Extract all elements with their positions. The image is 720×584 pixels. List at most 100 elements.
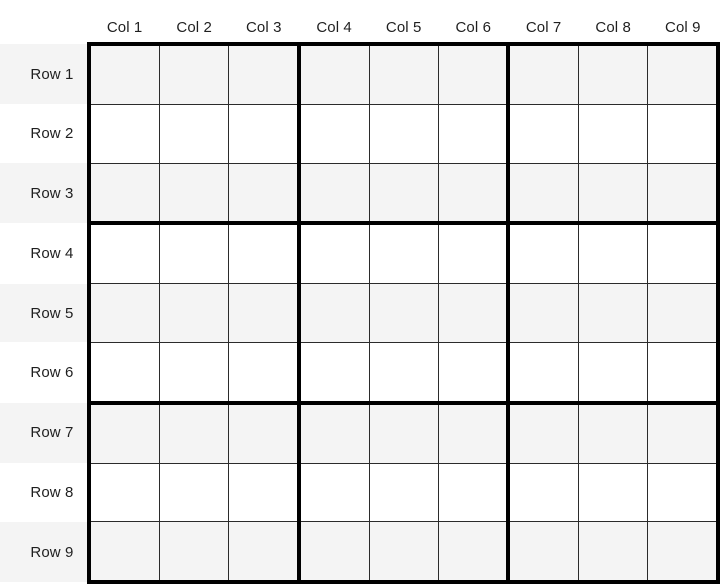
- cell-r3c5[interactable]: [368, 162, 439, 224]
- cell-r7c1[interactable]: [87, 400, 160, 464]
- cell-r7c3[interactable]: [228, 400, 299, 464]
- cell-r8c8[interactable]: [578, 462, 648, 522]
- cell-r3c1[interactable]: [87, 162, 160, 224]
- cell-r4c1[interactable]: [87, 221, 160, 284]
- cell-r2c4[interactable]: [296, 103, 370, 164]
- cell-r7c5[interactable]: [368, 400, 439, 464]
- cell-r1c6[interactable]: [437, 41, 509, 105]
- column-header-col-4: Col 4: [298, 6, 370, 44]
- cell-r7c2[interactable]: [159, 400, 229, 464]
- cell-r9c7[interactable]: [506, 521, 579, 584]
- sudoku-table: Col 1 Col 2 Col 3 Col 4 Col 5 Col 6 Col …: [0, 6, 720, 584]
- cell-r5c3[interactable]: [228, 283, 299, 343]
- cell-r5c1[interactable]: [87, 283, 160, 343]
- cell-r8c5[interactable]: [368, 462, 439, 522]
- cell-r3c7[interactable]: [506, 162, 579, 224]
- cell-r5c7[interactable]: [506, 283, 579, 343]
- cell-r1c2[interactable]: [159, 41, 229, 105]
- cell-r4c4[interactable]: [296, 221, 370, 284]
- cell-r7c6[interactable]: [437, 400, 509, 464]
- cell-r9c3[interactable]: [228, 521, 299, 584]
- row-header-row-6: Row 6: [0, 342, 90, 403]
- cell-r7c4[interactable]: [296, 400, 370, 464]
- cell-r8c7[interactable]: [506, 462, 579, 522]
- cell-r9c6[interactable]: [437, 521, 509, 584]
- table-row: Row 7: [0, 400, 720, 464]
- cell-r3c2[interactable]: [159, 162, 229, 224]
- cell-r2c3[interactable]: [228, 103, 299, 164]
- cell-r9c1[interactable]: [87, 521, 160, 584]
- cell-r4c3[interactable]: [228, 221, 299, 284]
- row-header-row-9: Row 9: [0, 521, 90, 583]
- cell-r9c5[interactable]: [368, 521, 439, 584]
- column-header-col-3: Col 3: [228, 6, 299, 44]
- cell-r5c5[interactable]: [368, 283, 439, 343]
- cell-r6c7[interactable]: [506, 341, 579, 403]
- row-header-row-7: Row 7: [0, 402, 90, 464]
- cell-r1c5[interactable]: [368, 41, 439, 105]
- corner-cell: [0, 6, 90, 44]
- cell-r6c5[interactable]: [368, 341, 439, 403]
- cell-r4c8[interactable]: [578, 221, 648, 284]
- cell-r6c2[interactable]: [159, 341, 229, 403]
- cell-r2c7[interactable]: [506, 103, 579, 164]
- column-header-col-6: Col 6: [438, 6, 509, 44]
- table-row: Row 8: [0, 462, 720, 522]
- cell-r5c2[interactable]: [159, 283, 229, 343]
- cell-r1c7[interactable]: [506, 41, 579, 105]
- cell-r7c8[interactable]: [578, 400, 648, 464]
- cell-r3c8[interactable]: [578, 162, 648, 224]
- cell-r5c4[interactable]: [296, 283, 370, 343]
- cell-r4c5[interactable]: [368, 221, 439, 284]
- cell-r7c7[interactable]: [506, 400, 579, 464]
- cell-r6c8[interactable]: [578, 341, 648, 403]
- cell-r3c9[interactable]: [647, 162, 720, 224]
- table-row: Row 9: [0, 521, 720, 584]
- cell-r3c4[interactable]: [296, 162, 370, 224]
- cell-r5c9[interactable]: [647, 283, 720, 343]
- cell-r9c9[interactable]: [647, 521, 720, 584]
- cell-r1c8[interactable]: [578, 41, 648, 105]
- cell-r2c8[interactable]: [578, 103, 648, 164]
- cell-r4c7[interactable]: [506, 221, 579, 284]
- cell-r6c1[interactable]: [87, 341, 160, 403]
- column-header-col-1: Col 1: [89, 6, 160, 44]
- cell-r1c9[interactable]: [647, 41, 720, 105]
- cell-r3c3[interactable]: [228, 162, 299, 224]
- cell-r2c5[interactable]: [368, 103, 439, 164]
- cell-r9c8[interactable]: [578, 521, 648, 584]
- cell-r9c2[interactable]: [159, 521, 229, 584]
- cell-r8c1[interactable]: [87, 462, 160, 522]
- cell-r5c6[interactable]: [437, 283, 509, 343]
- cell-r5c8[interactable]: [578, 283, 648, 343]
- cell-r3c6[interactable]: [437, 162, 509, 224]
- cell-r4c9[interactable]: [647, 221, 720, 284]
- column-header-col-8: Col 8: [578, 6, 648, 44]
- row-header-row-2: Row 2: [0, 104, 90, 164]
- table-row: Row 6: [0, 341, 720, 403]
- cell-r2c2[interactable]: [159, 103, 229, 164]
- cell-r4c2[interactable]: [159, 221, 229, 284]
- table-body: Row 1 Row 2 Row 3 Row 4 Row 5 Row 6 Row …: [0, 41, 720, 584]
- cell-r2c9[interactable]: [647, 103, 720, 164]
- cell-r1c4[interactable]: [296, 41, 370, 105]
- table-row: Row 1: [0, 41, 720, 105]
- cell-r6c9[interactable]: [647, 341, 720, 403]
- cell-r6c3[interactable]: [228, 341, 299, 403]
- cell-r4c6[interactable]: [437, 221, 509, 284]
- cell-r7c9[interactable]: [647, 400, 720, 464]
- cell-r8c3[interactable]: [228, 462, 299, 522]
- cell-r6c4[interactable]: [296, 341, 370, 403]
- table-row: Row 4: [0, 221, 720, 284]
- cell-r2c1[interactable]: [87, 103, 160, 164]
- cell-r9c4[interactable]: [296, 521, 370, 584]
- cell-r1c3[interactable]: [228, 41, 299, 105]
- cell-r8c6[interactable]: [437, 462, 509, 522]
- cell-r1c1[interactable]: [87, 41, 160, 105]
- cell-r8c9[interactable]: [647, 462, 720, 522]
- cell-r8c2[interactable]: [159, 462, 229, 522]
- cell-r8c4[interactable]: [296, 462, 370, 522]
- cell-r6c6[interactable]: [437, 341, 509, 403]
- cell-r2c6[interactable]: [437, 103, 509, 164]
- column-header-col-2: Col 2: [159, 6, 229, 44]
